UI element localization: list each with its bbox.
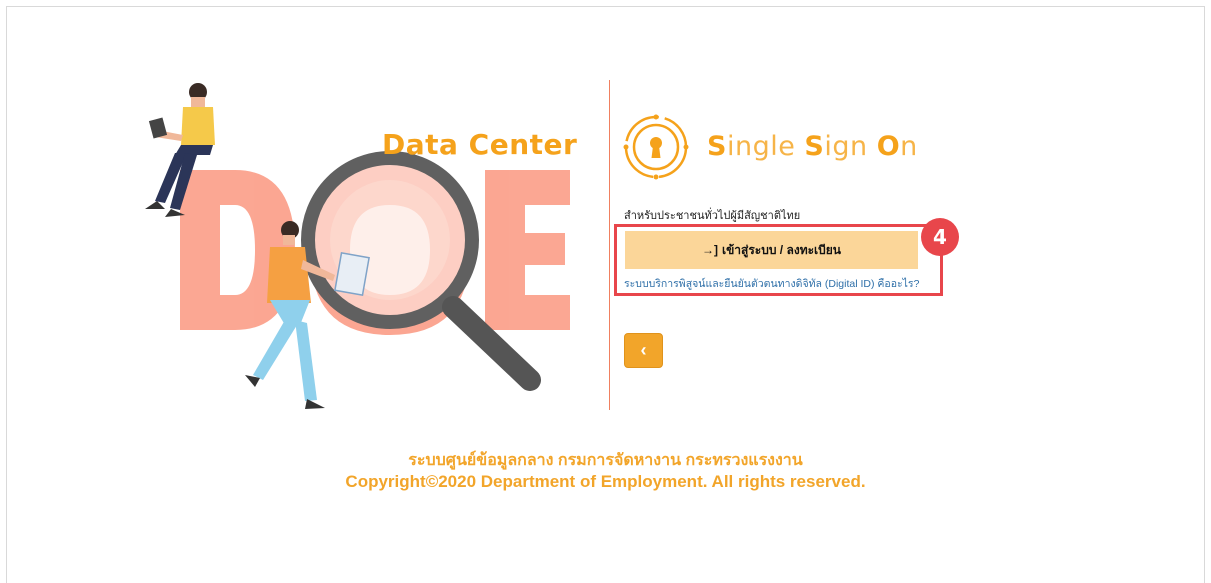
sso-title-s3: O (876, 131, 901, 162)
sso-title-r1: ingle (726, 131, 805, 162)
login-button-label: เข้าสู่ระบบ / ลงทะเบียน (721, 242, 841, 257)
login-register-button[interactable]: →] เข้าสู่ระบบ / ลงทะเบียน (625, 231, 918, 269)
sso-title-r2: ign (824, 131, 877, 162)
digital-id-info-link[interactable]: ระบบบริการพิสูจน์และยืนยันตัวตนทางดิจิทั… (624, 275, 919, 292)
citizen-label: สำหรับประชาชนทั่วไปผู้มีสัญชาติไทย (624, 210, 801, 222)
keyhole-sso-icon (623, 114, 689, 180)
vertical-divider (609, 80, 610, 410)
footer-thai-text: ระบบศูนย์ข้อมูลกลาง กรมการจัดหางาน กระทร… (408, 452, 803, 469)
data-center-title: Data Center (382, 128, 578, 161)
login-arrow-icon: →] (701, 243, 718, 257)
doe-logo-graphic (145, 83, 570, 409)
sso-title-s2: S (804, 131, 825, 162)
single-sign-on-title: Single Sign On (707, 131, 918, 162)
doe-illustration: Data Center (135, 75, 605, 415)
chevron-left-icon: ‹ (640, 340, 647, 360)
footer-copyright: Copyright©2020 Department of Employment.… (345, 472, 866, 491)
back-button[interactable]: ‹ (624, 333, 663, 368)
sso-title-r3: n (900, 131, 918, 162)
step-number-badge: 4 (921, 218, 959, 256)
sso-title-s1: S (707, 131, 727, 162)
